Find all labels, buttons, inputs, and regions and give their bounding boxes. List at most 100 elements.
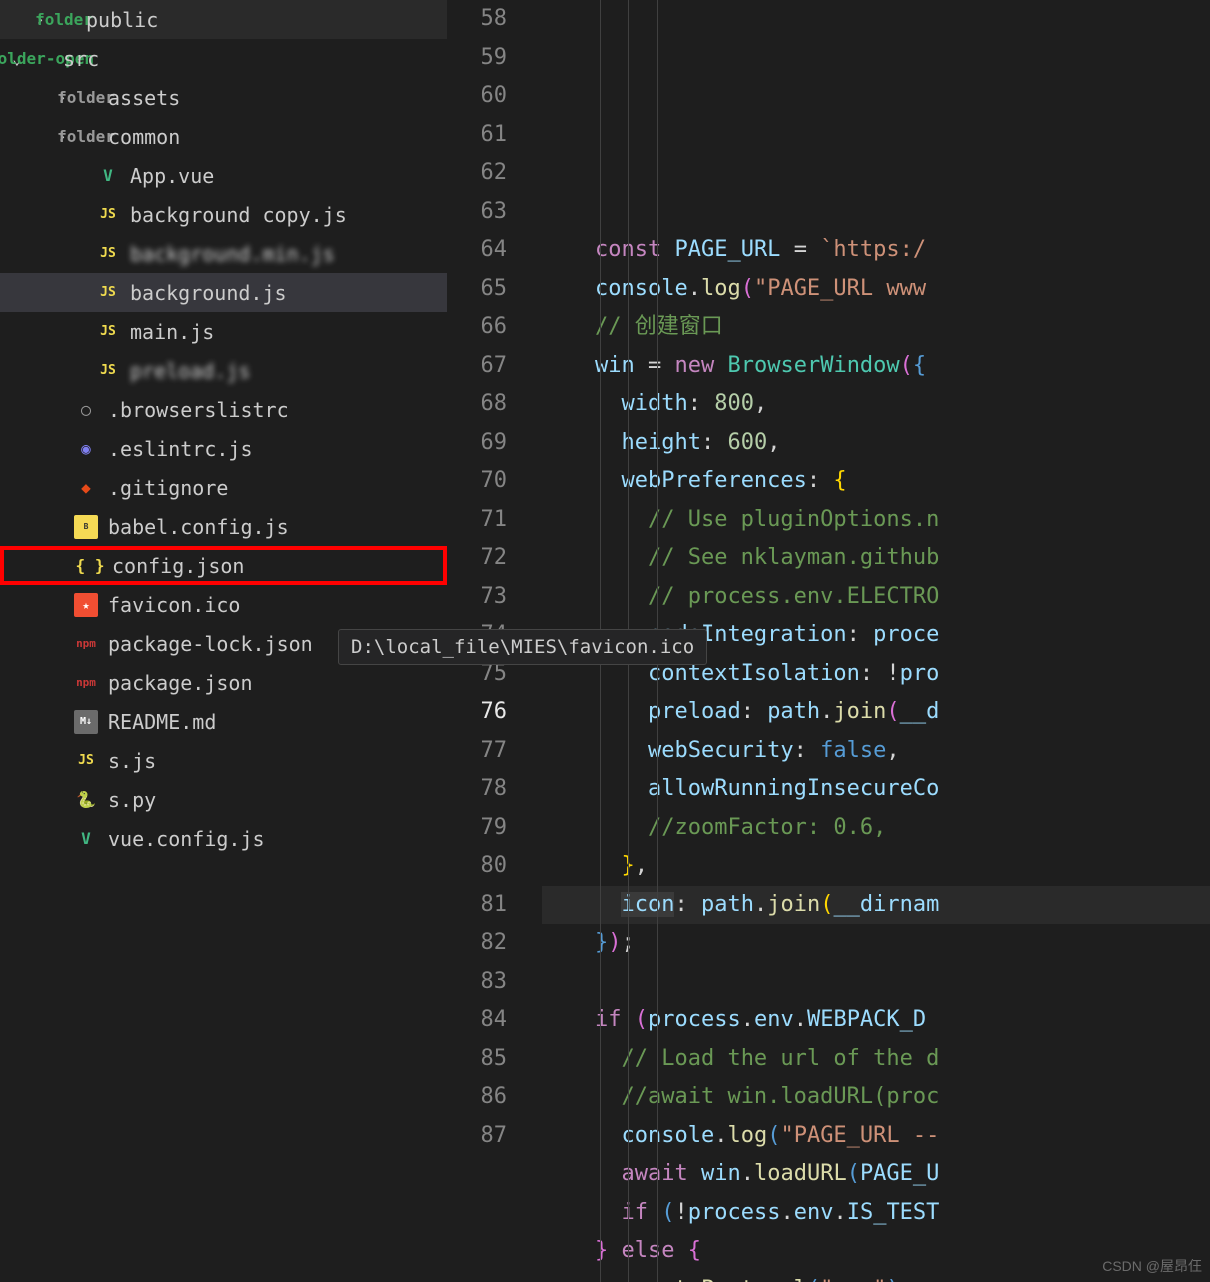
file-label: README.md: [108, 710, 216, 734]
line-number: 72: [447, 539, 507, 578]
file-item-s-py[interactable]: 🐍s.py: [0, 780, 447, 819]
file-item-preload-js[interactable]: JSpreload.js: [0, 351, 447, 390]
code-line[interactable]: width: 800,: [542, 385, 1210, 424]
file-item--eslintrc-js[interactable]: ◉.eslintrc.js: [0, 429, 447, 468]
line-number: 86: [447, 1078, 507, 1117]
file-icon: JS: [96, 281, 120, 305]
code-line[interactable]: //await win.loadURL(proc: [542, 1078, 1210, 1117]
line-number: 85: [447, 1040, 507, 1079]
code-line[interactable]: [542, 193, 1210, 232]
line-number: 87: [447, 1117, 507, 1156]
file-label: App.vue: [130, 164, 214, 188]
code-line[interactable]: // Load the url of the d: [542, 1040, 1210, 1079]
file-icon: JS: [96, 320, 120, 344]
file-item-background-copy-js[interactable]: JSbackground copy.js: [0, 195, 447, 234]
file-item-favicon-ico[interactable]: ★favicon.ico: [0, 585, 447, 624]
code-line[interactable]: //zoomFactor: 0.6,: [542, 809, 1210, 848]
code-line[interactable]: });: [542, 924, 1210, 963]
line-number: 64: [447, 231, 507, 270]
file-icon: JS: [96, 242, 120, 266]
file-icon: folder: [74, 125, 98, 149]
file-icon: ◆: [74, 476, 98, 500]
line-number: 68: [447, 385, 507, 424]
watermark: CSDN @屋昂仼: [1102, 1256, 1202, 1276]
line-number: 65: [447, 270, 507, 309]
file-item-config-json[interactable]: { }config.json: [0, 546, 447, 585]
line-number: 63: [447, 193, 507, 232]
path-tooltip: D:\local_file\MIES\favicon.ico: [338, 629, 707, 665]
file-icon: JS: [96, 359, 120, 383]
file-label: s.js: [108, 749, 156, 773]
file-item--browserslistrc[interactable]: ◯.browserslistrc: [0, 390, 447, 429]
code-line[interactable]: height: 600,: [542, 424, 1210, 463]
file-item-babel-config-js[interactable]: Bbabel.config.js: [0, 507, 447, 546]
code-line[interactable]: // Use pluginOptions.n: [542, 501, 1210, 540]
line-number: 81: [447, 886, 507, 925]
file-item-s-js[interactable]: JS s.js: [0, 741, 447, 780]
file-item--gitignore[interactable]: ◆.gitignore: [0, 468, 447, 507]
code-line[interactable]: await win.loadURL(PAGE_U: [542, 1155, 1210, 1194]
line-number: 67: [447, 347, 507, 386]
code-line[interactable]: [542, 963, 1210, 1002]
file-icon: folder: [52, 8, 76, 32]
line-number: 62: [447, 154, 507, 193]
file-item-src[interactable]: ⌄folder-opensrc: [0, 39, 447, 78]
line-number: 77: [447, 732, 507, 771]
line-number: 83: [447, 963, 507, 1002]
line-number: 59: [447, 39, 507, 78]
line-number: 69: [447, 424, 507, 463]
file-label: .eslintrc.js: [108, 437, 253, 461]
file-label: s.py: [108, 788, 156, 812]
code-line[interactable]: const PAGE_URL = `https:/: [542, 231, 1210, 270]
file-label: assets: [108, 86, 180, 110]
line-number: 79: [447, 809, 507, 848]
code-line[interactable]: console.log("PAGE_URL --: [542, 1117, 1210, 1156]
file-item-main-js[interactable]: JS main.js: [0, 312, 447, 351]
file-icon: folder-open: [29, 47, 53, 71]
code-line[interactable]: // See nklayman.github: [542, 539, 1210, 578]
file-label: vue.config.js: [108, 827, 265, 851]
line-number: 73: [447, 578, 507, 617]
file-label: background copy.js: [130, 203, 347, 227]
file-item-app-vue[interactable]: V App.vue: [0, 156, 447, 195]
file-label: package-lock.json: [108, 632, 313, 656]
line-number: 76: [447, 693, 507, 732]
file-icon: JS: [74, 749, 98, 773]
line-number: 71: [447, 501, 507, 540]
file-item-assets[interactable]: ›folderassets: [0, 78, 447, 117]
code-line[interactable]: preload: path.join(__d: [542, 693, 1210, 732]
file-label: main.js: [130, 320, 214, 344]
line-number: 84: [447, 1001, 507, 1040]
file-label: favicon.ico: [108, 593, 240, 617]
line-number: 66: [447, 308, 507, 347]
file-label: common: [108, 125, 180, 149]
line-number: 61: [447, 116, 507, 155]
line-number: 78: [447, 770, 507, 809]
file-icon: V: [96, 164, 120, 188]
file-item-readme-md[interactable]: M↓README.md: [0, 702, 447, 741]
file-item-common[interactable]: ›foldercommon: [0, 117, 447, 156]
code-line[interactable]: // 创建窗口: [542, 308, 1210, 347]
file-label: src: [63, 47, 99, 71]
file-icon: B: [74, 515, 98, 539]
file-icon: V: [74, 827, 98, 851]
code-line[interactable]: webSecurity: false,: [542, 732, 1210, 771]
code-line[interactable]: },: [542, 847, 1210, 886]
code-line[interactable]: allowRunningInsecureCo: [542, 770, 1210, 809]
code-line[interactable]: win = new BrowserWindow({: [542, 347, 1210, 386]
code-line[interactable]: icon: path.join(__dirnam: [542, 886, 1210, 925]
code-line[interactable]: webPreferences: {: [542, 462, 1210, 501]
file-item-public[interactable]: ›folderpublic: [0, 0, 447, 39]
file-item-package-json[interactable]: npmpackage.json: [0, 663, 447, 702]
file-item-vue-config-js[interactable]: Vvue.config.js: [0, 819, 447, 858]
file-item-background-js[interactable]: JSbackground.js: [0, 273, 447, 312]
code-line[interactable]: // process.env.ELECTRO: [542, 578, 1210, 617]
code-line[interactable]: if (!process.env.IS_TEST: [542, 1194, 1210, 1233]
file-icon: folder: [74, 86, 98, 110]
line-number: 82: [447, 924, 507, 963]
code-line[interactable]: console.log("PAGE_URL www: [542, 270, 1210, 309]
file-item-background-min-js[interactable]: JS background.min.js: [0, 234, 447, 273]
code-line[interactable]: if (process.env.WEBPACK_D: [542, 1001, 1210, 1040]
file-label: babel.config.js: [108, 515, 289, 539]
file-label: background.min.js: [130, 242, 335, 266]
